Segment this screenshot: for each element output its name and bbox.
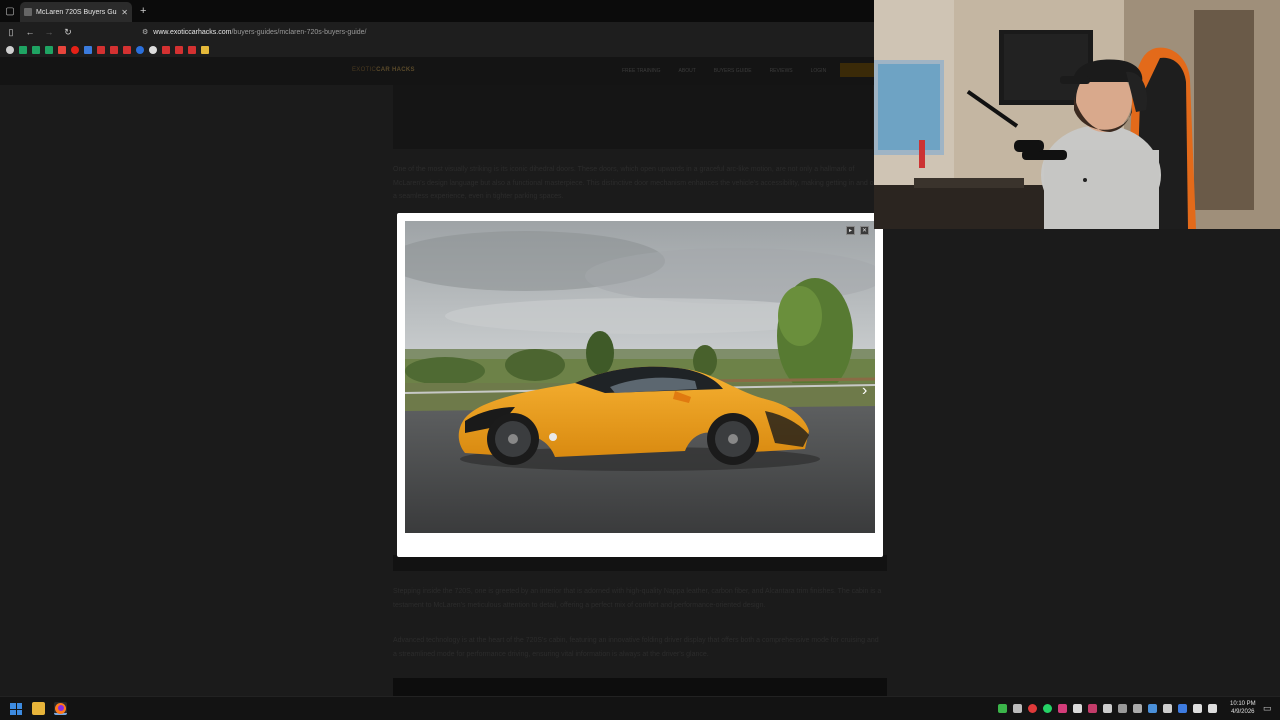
notification-icon[interactable]: ▭ [1263,703,1272,714]
start-button-windows-icon[interactable] [10,703,22,715]
tray-app-icon[interactable] [1163,704,1172,713]
volume-icon[interactable] [1208,704,1217,713]
bookmark-folder-icon[interactable] [201,45,209,54]
article-image-bottom [393,678,887,696]
firefox-icon [55,703,66,714]
nav-buyers-guide[interactable]: BUYERS GUIDE [714,68,752,74]
tab-title: McLaren 720S Buyers Guide | E [36,8,117,16]
mclaren-720s-photo [405,221,875,533]
back-button[interactable]: ← [25,27,35,37]
tray-app-icon[interactable] [1013,704,1022,713]
close-lightbox-icon[interactable]: ✕ [860,226,869,235]
article-paragraph: Stepping inside the 720S, one is greeted… [393,588,882,609]
image-lightbox [397,213,883,557]
bookmark-red-icon[interactable] [188,45,196,54]
clock-time: 10:10 PM [1230,701,1256,707]
system-tray [998,704,1217,713]
next-image-arrow-icon[interactable]: › [862,382,867,400]
article-image-gallery [393,555,887,571]
bookmark-red-icon[interactable] [110,45,118,54]
browser-tabbar: ▢ McLaren 720S Buyers Guide | E ✕ + [0,0,874,22]
url-path: /buyers-guides/mclaren-720s-buyers-guide… [231,28,367,36]
telegram-tray-icon[interactable] [1073,704,1082,713]
article-image-top [393,85,873,149]
bluetooth-tray-icon[interactable] [1178,704,1187,713]
nav-reviews[interactable]: REVIEWS [770,68,793,74]
bookmark-sheets-icon[interactable] [19,45,27,54]
network-icon[interactable] [1193,704,1202,713]
site-logo[interactable]: EXOTICCAR HACKS [352,67,415,73]
bookmarks-bar [0,42,874,57]
browser-taskbar-icon[interactable] [54,702,67,715]
tray-app-icon[interactable] [1058,704,1067,713]
site-info-icon[interactable]: ⚙ [142,28,148,36]
logo-accent-text: CAR HACKS [376,67,415,73]
site-nav: FREE TRAINING ABOUT BUYERS GUIDE REVIEWS… [622,68,826,74]
slideshow-play-icon[interactable]: ▸ [846,226,855,235]
bookmark-blue-icon[interactable] [136,45,144,54]
nav-about[interactable]: ABOUT [679,68,696,74]
forward-button[interactable]: → [44,27,54,37]
screen: ▢ McLaren 720S Buyers Guide | E ✕ + ▯ ← … [0,0,1280,720]
close-tab-icon[interactable]: ✕ [121,8,128,17]
bookmark-red-icon[interactable] [123,45,131,54]
reload-button[interactable]: ↻ [63,27,73,38]
bookmark-youtube-icon[interactable] [71,45,79,54]
webpage-overflow [874,229,1280,696]
nav-login[interactable]: LOGIN [811,68,827,74]
bookmark-check-icon[interactable] [84,45,92,54]
bookmark-globe-icon[interactable] [6,45,14,54]
taskbar-clock[interactable]: 10:10 PM 4/9/2026 [1230,700,1256,716]
article-paragraph: One of the most visually striking is its… [393,166,880,200]
bookmark-c-icon[interactable] [149,45,157,54]
sidebar-toggle-icon[interactable]: ▯ [6,27,16,38]
logo-text: EXOTIC [352,67,377,73]
tray-app-icon[interactable] [1088,704,1097,713]
browser-tab[interactable]: McLaren 720S Buyers Guide | E ✕ [20,2,132,22]
new-tab-button[interactable]: + [140,5,146,17]
tray-app-icon[interactable] [1118,704,1127,713]
discord-tray-icon[interactable] [1103,704,1112,713]
tab-actions-icon[interactable]: ▢ [0,0,20,22]
bookmark-sheets-icon[interactable] [45,45,53,54]
bookmark-gmail-icon[interactable] [58,45,66,54]
whatsapp-tray-icon[interactable] [1043,704,1052,713]
article-paragraph: Advanced technology is at the heart of t… [393,637,879,658]
tray-app-icon[interactable] [1148,704,1157,713]
site-favicon-icon [24,8,32,16]
bookmark-red-icon[interactable] [175,45,183,54]
tray-app-icon[interactable] [998,704,1007,713]
site-header: EXOTICCAR HACKS FREE TRAINING ABOUT BUYE… [0,57,874,85]
webcam-overlay [874,0,1280,229]
taskbar: 10:10 PM 4/9/2026 ▭ [0,696,1280,720]
tray-app-icon[interactable] [1028,704,1037,713]
streamer-webcam [874,0,1280,229]
url-host: www.exoticcarhacks.com [153,28,232,36]
bookmark-red-icon[interactable] [97,45,105,54]
tray-app-icon[interactable] [1133,704,1142,713]
clock-date: 4/9/2026 [1231,709,1255,715]
bookmark-sheets-icon[interactable] [32,45,40,54]
lightbox-image[interactable] [405,221,875,533]
url-field[interactable]: ⚙ www.exoticcarhacks.com/buyers-guides/m… [142,28,367,37]
bookmark-red-icon[interactable] [162,45,170,54]
file-explorer-icon[interactable] [32,702,45,715]
nav-free-training[interactable]: FREE TRAINING [622,68,661,74]
address-bar: ▯ ← → ↻ ⚙ www.exoticcarhacks.com/buyers-… [0,22,874,42]
header-cta-button[interactable] [840,63,874,77]
